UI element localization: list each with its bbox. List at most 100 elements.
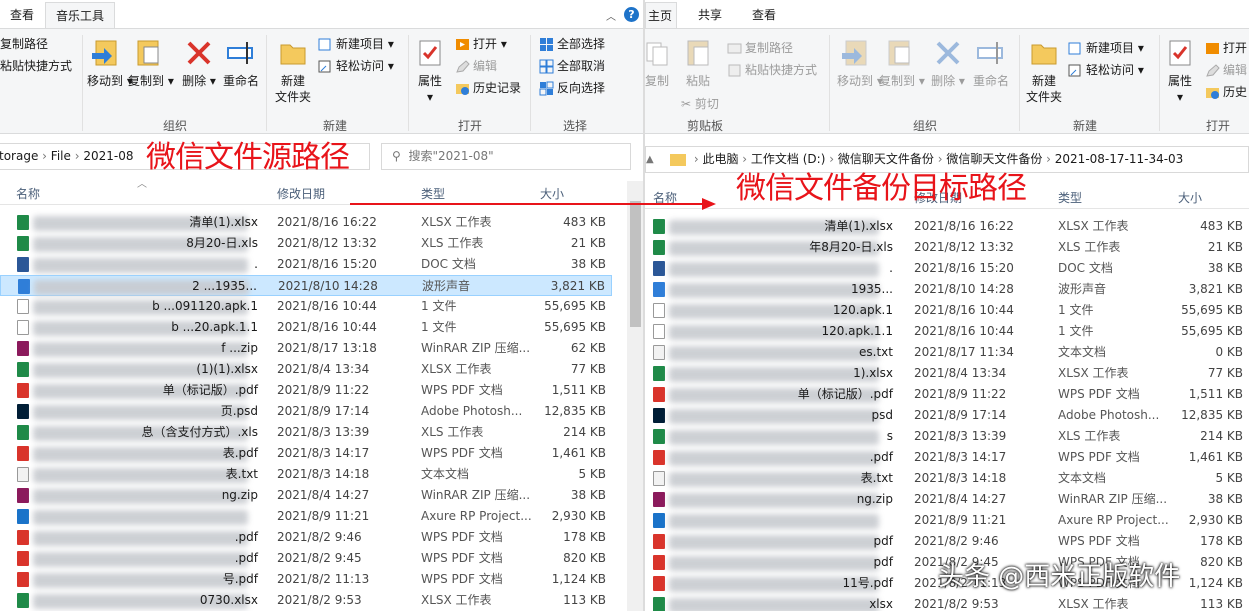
redacted-name [33, 405, 248, 420]
table-row[interactable]: 单（标记版）.pdf 2021/8/9 11:22 WPS PDF 文档 1,511 … [645, 384, 1249, 405]
table-row[interactable]: . 2021/8/16 15:20 DOC 文档 38 KB [645, 258, 1249, 279]
delete-button[interactable]: 删除 ▾ [181, 37, 217, 89]
select-all-button[interactable]: 全部选择 [539, 35, 605, 53]
table-row[interactable]: 2021/8/9 11:21 Axure RP Project... 2,930 K… [0, 506, 612, 527]
select-none-button[interactable]: 全部取消 [539, 57, 605, 75]
paste-shortcut-button[interactable]: 粘贴快捷方式 [727, 61, 817, 79]
paste-shortcut-button[interactable]: 粘贴快捷方式 [0, 57, 72, 75]
table-row[interactable]: 0730.xlsx 2021/8/2 9:53 XLSX 工作表 113 KB [0, 590, 612, 611]
table-row[interactable]: es.txt 2021/8/17 11:34 文本文档 0 KB [645, 342, 1249, 363]
column-type[interactable]: 类型 [1058, 189, 1082, 206]
table-row[interactable]: 1935... 2021/8/10 14:28 波形声音 3,821 KB [645, 279, 1249, 300]
table-row[interactable]: 表.txt 2021/8/3 14:18 文本文档 5 KB [0, 464, 612, 485]
table-row[interactable]: 号.pdf 2021/8/2 11:13 WPS PDF 文档 1,124 KB [0, 569, 612, 590]
easy-access-button[interactable]: 轻松访问 ▾ [1068, 61, 1144, 79]
breadcrumb-backup-2[interactable]: 微信聊天文件备份 [946, 152, 1042, 166]
breadcrumb-timestamp[interactable]: 2021-08-17-11-34-03 [1055, 152, 1184, 166]
column-size[interactable]: 大小 [1178, 189, 1202, 206]
edit-button[interactable]: 编辑 [1205, 61, 1247, 79]
breadcrumb-this-pc[interactable]: 此电脑 [702, 152, 738, 166]
breadcrumb-storage[interactable]: torage [0, 149, 38, 163]
pdf-file-icon [17, 530, 29, 545]
paste-button[interactable]: 粘贴 [681, 37, 715, 89]
new-item-button[interactable]: 新建项目 ▾ [318, 35, 394, 53]
easy-access-button[interactable]: 轻松访问 ▾ [318, 57, 394, 75]
table-row[interactable]: .pdf 2021/8/3 14:17 WPS PDF 文档 1,461 KB [645, 447, 1249, 468]
history-button[interactable]: 历史 [1205, 83, 1247, 101]
nav-up-arrow-icon[interactable]: ▲ [646, 147, 654, 172]
table-row[interactable]: 8月20-日.xls 2021/8/12 13:32 XLS 工作表 21 KB [0, 233, 612, 254]
table-row[interactable]: (1)(1).xlsx 2021/8/4 13:34 XLSX 工作表 77 KB [0, 359, 612, 380]
table-row[interactable]: s 2021/8/3 13:39 XLS 工作表 214 KB [645, 426, 1249, 447]
column-date[interactable]: 修改日期 [277, 185, 325, 202]
properties-button[interactable]: 属性 ▾ [412, 37, 448, 105]
table-row[interactable]: 清单(1).xlsx 2021/8/16 16:22 XLSX 工作表 483 KB [0, 212, 612, 233]
tab-home[interactable]: 主页 [645, 2, 678, 29]
search-box[interactable]: ⚲ 搜索"2021-08" [381, 143, 631, 170]
table-row[interactable]: 2 ...1935... 2021/8/10 14:28 波形声音 3,821 KB [0, 275, 612, 296]
table-row[interactable]: 息（含支付方式）.xls 2021/8/3 13:39 XLS 工作表 214 KB [0, 422, 612, 443]
table-row[interactable]: .pdf 2021/8/2 9:45 WPS PDF 文档 820 KB [0, 548, 612, 569]
rename-button[interactable]: 重命名 [969, 37, 1013, 89]
table-row[interactable]: b ...091120.apk.1 2021/8/16 10:44 1 文件 55,6… [0, 296, 612, 317]
table-row[interactable]: 120.apk.1 2021/8/16 10:44 1 文件 55,695 KB [645, 300, 1249, 321]
table-row[interactable]: 页.psd 2021/8/9 17:14 Adobe Photosh... 12,83… [0, 401, 612, 422]
rename-button[interactable]: 重命名 [219, 37, 263, 89]
vertical-scrollbar[interactable] [627, 181, 643, 611]
copy-path-button[interactable]: 复制路径 [0, 35, 48, 53]
breadcrumb-2021-08[interactable]: 2021-08 [83, 149, 133, 163]
copy-to-button[interactable]: 复制到 ▾ [128, 37, 174, 89]
table-row[interactable]: 清单(1).xlsx 2021/8/16 16:22 XLSX 工作表 483 KB [645, 216, 1249, 237]
watermark: 头条 @西米正版软件 [938, 562, 1181, 592]
scrollbar-thumb[interactable] [630, 201, 641, 327]
table-row[interactable]: 单（标记版）.pdf 2021/8/9 11:22 WPS PDF 文档 1,511 … [0, 380, 612, 401]
table-row[interactable]: 年8月20-日.xls 2021/8/12 13:32 XLS 工作表 21 KB [645, 237, 1249, 258]
breadcrumb-drive-d[interactable]: 工作文档 (D:) [751, 152, 825, 166]
table-row[interactable]: ng.zip 2021/8/4 14:27 WinRAR ZIP 压缩... 38 K… [645, 489, 1249, 510]
help-icon[interactable]: ? [624, 7, 639, 22]
table-row[interactable]: 表.txt 2021/8/3 14:18 文本文档 5 KB [645, 468, 1249, 489]
file-file-icon [17, 299, 29, 314]
copy-button[interactable]: 复制 [645, 37, 669, 89]
edit-button[interactable]: 编辑 [455, 57, 497, 75]
breadcrumb-backup-1[interactable]: 微信聊天文件备份 [838, 152, 934, 166]
properties-button[interactable]: 属性 ▾ [1163, 37, 1197, 105]
table-row[interactable]: b ...20.apk.1.1 2021/8/16 10:44 1 文件 55,695… [0, 317, 612, 338]
table-row[interactable]: psd 2021/8/9 17:14 Adobe Photosh... 12,835 … [645, 405, 1249, 426]
tab-view[interactable]: 查看 [0, 2, 44, 29]
table-row[interactable]: pdf 2021/8/2 9:46 WPS PDF 文档 178 KB [645, 531, 1249, 552]
breadcrumb-file[interactable]: File [51, 149, 71, 163]
table-row[interactable]: f ...zip 2021/8/17 13:18 WinRAR ZIP 压缩... 6… [0, 338, 612, 359]
open-button[interactable]: 打开 [1205, 39, 1247, 57]
file-size: 178 KB [1200, 534, 1243, 548]
tab-view[interactable]: 查看 [742, 2, 786, 29]
table-row[interactable]: xlsx 2021/8/2 9:53 XLSX 工作表 113 KB [645, 594, 1249, 611]
move-to-button[interactable]: 移动到 ▾ [87, 37, 133, 89]
collapse-ribbon-icon[interactable]: ︿ [606, 8, 616, 23]
file-name: psd [871, 408, 894, 422]
new-item-button[interactable]: 新建项目 ▾ [1068, 39, 1144, 57]
table-row[interactable]: 2021/8/9 11:21 Axure RP Project... 2,930 K… [645, 510, 1249, 531]
invert-selection-button[interactable]: 反向选择 [539, 79, 605, 97]
table-row[interactable]: .pdf 2021/8/2 9:46 WPS PDF 文档 178 KB [0, 527, 612, 548]
column-name[interactable]: 名称 [16, 185, 40, 202]
file-name: 单（标记版）.pdf [797, 387, 893, 401]
open-button[interactable]: 打开 ▾ [455, 35, 507, 53]
address-bar[interactable]: ▲ › 此电脑 › 工作文档 (D:) › 微信聊天文件备份 › 微信聊天文件备… [645, 146, 1249, 173]
copy-path-button[interactable]: 复制路径 [727, 39, 793, 57]
delete-button[interactable]: 删除 ▾ [931, 37, 965, 89]
table-row[interactable]: 1).xlsx 2021/8/4 13:34 XLSX 工作表 77 KB [645, 363, 1249, 384]
history-button[interactable]: 历史记录 [455, 79, 521, 97]
table-row[interactable]: 表.pdf 2021/8/3 14:17 WPS PDF 文档 1,461 KB [0, 443, 612, 464]
table-row[interactable]: . 2021/8/16 15:20 DOC 文档 38 KB [0, 254, 612, 275]
copy-to-button[interactable]: 复制到 ▾ [879, 37, 925, 89]
easy-access-icon [1068, 64, 1081, 77]
cut-button[interactable]: ✂ 剪切 [681, 95, 719, 113]
move-to-button[interactable]: 移动到 ▾ [837, 37, 883, 89]
new-folder-button[interactable]: 新建 文件夹 [272, 37, 314, 105]
new-folder-button[interactable]: 新建 文件夹 [1023, 37, 1065, 105]
table-row[interactable]: ng.zip 2021/8/4 14:27 WinRAR ZIP 压缩... 38 K… [0, 485, 612, 506]
table-row[interactable]: 120.apk.1.1 2021/8/16 10:44 1 文件 55,695 KB [645, 321, 1249, 342]
tab-music-tools[interactable]: 音乐工具 [45, 2, 116, 29]
tab-share[interactable]: 共享 [688, 2, 732, 29]
